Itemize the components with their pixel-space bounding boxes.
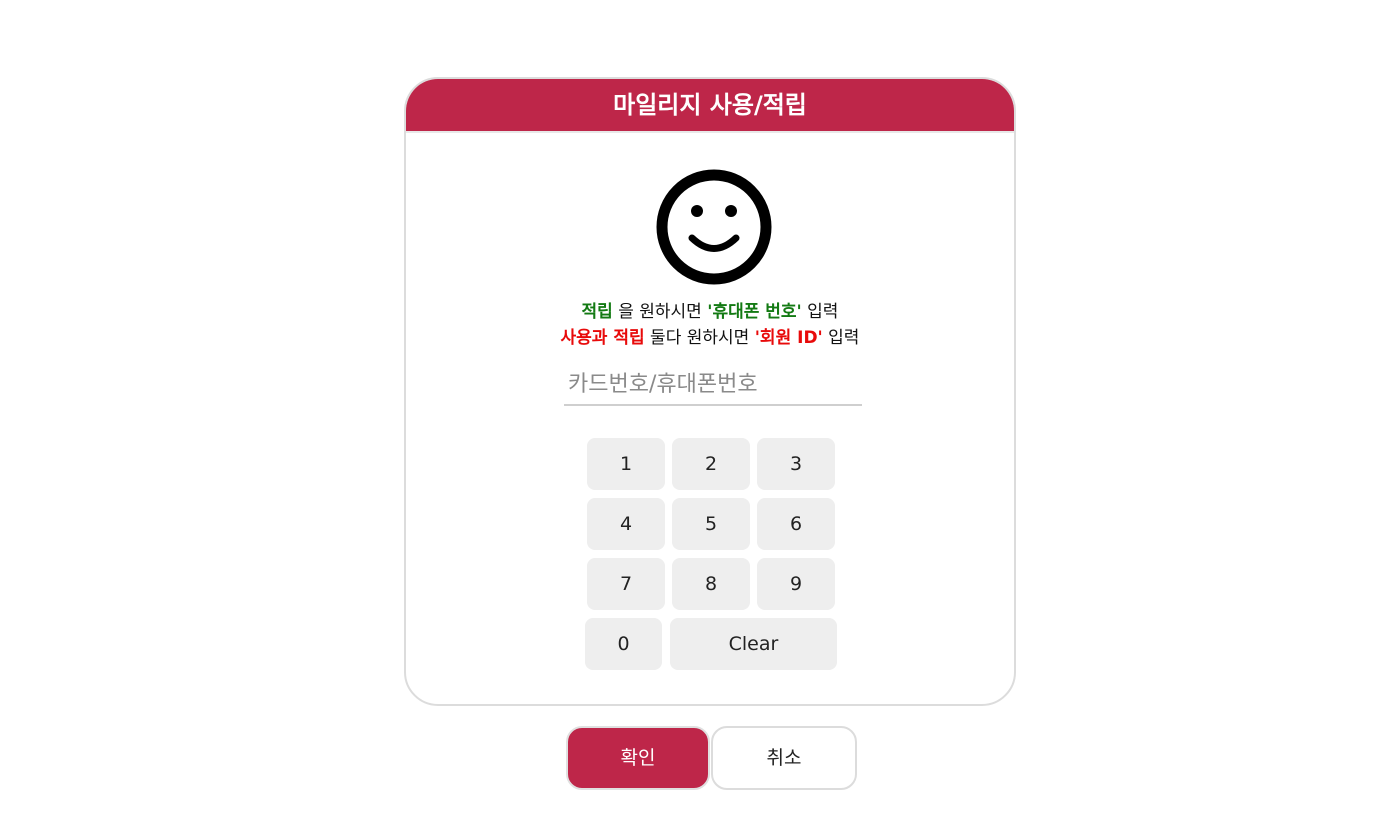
keypad-key-9[interactable]: 9 <box>757 558 835 610</box>
keypad-clear-button[interactable]: Clear <box>670 618 837 670</box>
keypad-key-1[interactable]: 1 <box>587 438 665 490</box>
mileage-dialog: 마일리지 사용/적립 적립 을 원하시면 '휴대폰 번호' 입력 사용과 적립 … <box>404 77 1016 706</box>
member-id-highlight: '회원 ID' <box>754 328 823 348</box>
instruction-text: 둘다 원하시면 <box>644 328 755 348</box>
keypad-key-7[interactable]: 7 <box>587 558 665 610</box>
use-and-earn-highlight: 사용과 적립 <box>560 328 645 348</box>
instruction-text: 입력 <box>801 302 839 322</box>
instruction-text: 을 원하시면 <box>612 302 708 322</box>
card-phone-field <box>564 364 862 406</box>
keypad-key-4[interactable]: 4 <box>587 498 665 550</box>
card-phone-input[interactable] <box>564 364 862 404</box>
instruction-text: 입력 <box>822 328 860 348</box>
confirm-button[interactable]: 확인 <box>566 726 710 790</box>
dialog-title: 마일리지 사용/적립 <box>406 79 1014 133</box>
keypad-key-5[interactable]: 5 <box>672 498 750 550</box>
smiley-face-icon <box>656 169 772 285</box>
earn-highlight: 적립 <box>581 302 613 322</box>
cancel-button[interactable]: 취소 <box>711 726 857 790</box>
instruction-line-1: 적립 을 원하시면 '휴대폰 번호' 입력 <box>406 297 1014 322</box>
phone-number-highlight: '휴대폰 번호' <box>707 302 802 322</box>
keypad-key-2[interactable]: 2 <box>672 438 750 490</box>
instruction-line-2: 사용과 적립 둘다 원하시면 '회원 ID' 입력 <box>406 323 1014 348</box>
keypad-key-6[interactable]: 6 <box>757 498 835 550</box>
keypad-key-3[interactable]: 3 <box>757 438 835 490</box>
keypad-key-8[interactable]: 8 <box>672 558 750 610</box>
keypad-key-0[interactable]: 0 <box>585 618 662 670</box>
